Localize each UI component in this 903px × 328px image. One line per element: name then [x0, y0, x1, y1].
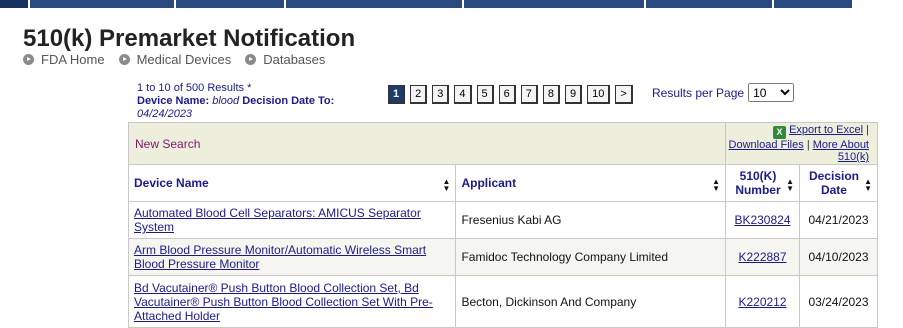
510k-number-cell: K222887 — [725, 238, 800, 276]
table-header-row: Device Name ▲ ▼ Applicant ▲ ▼ 510(K) Numbe… — [127, 164, 879, 202]
510k-number-cell: BK230824 — [725, 201, 800, 239]
decision-date-value: 04/24/2023 — [137, 108, 193, 120]
applicant-cell: Famidoc Technology Company Limited — [455, 238, 726, 276]
page-button-10[interactable]: 10 — [587, 85, 611, 104]
breadcrumb-item-fda-home[interactable]: FDA Home — [23, 52, 105, 67]
page-button-4[interactable]: 4 — [454, 85, 472, 104]
sort-icon[interactable]: ▲ ▼ — [864, 178, 872, 193]
applicant-cell: Fresenius Kabi AG — [455, 201, 726, 239]
decision-date-cell: 03/24/2023 — [798, 275, 879, 328]
results-table: New Search X Export to Excel | Download … — [127, 122, 879, 328]
510k-number-link[interactable]: K220212 — [738, 295, 786, 309]
breadcrumb-label: Databases — [263, 52, 326, 67]
device-name-label: Device Name: — [137, 95, 210, 107]
nav-tab[interactable] — [464, 0, 646, 8]
breadcrumb-item-databases[interactable]: Databases — [245, 52, 325, 67]
page-button-6[interactable]: 6 — [498, 85, 516, 104]
column-header-applicant[interactable]: Applicant ▲ ▼ — [455, 164, 726, 202]
device-name-link[interactable]: Automated Blood Cell Separators: AMICUS … — [134, 206, 421, 234]
chevron-right-icon — [245, 54, 257, 65]
device-name-link[interactable]: Arm Blood Pressure Monitor/Automatic Wir… — [134, 243, 426, 271]
results-per-page-label: Results per Page — [652, 85, 745, 100]
link-separator: | — [866, 124, 869, 136]
toolbar-row: New Search X Export to Excel | Download … — [128, 122, 878, 165]
results-per-page: Results per Page 10 — [652, 83, 795, 102]
chevron-right-icon — [118, 54, 130, 65]
column-header-label: Decision Date — [808, 169, 859, 197]
nav-tab[interactable] — [176, 0, 286, 8]
excel-icon[interactable]: X — [773, 126, 787, 139]
results-count: 1 to 10 of 500 Results * — [137, 82, 252, 94]
page-button-1[interactable]: 1 — [388, 85, 406, 104]
nav-tab[interactable] — [30, 0, 176, 8]
decision-date-label: Decision Date To: — [242, 95, 335, 107]
table-row: Bd Vacutainer® Push Button Blood Collect… — [127, 275, 879, 328]
column-header-label: 510(K) Number — [735, 169, 781, 197]
page-button-5[interactable]: 5 — [476, 85, 494, 104]
breadcrumb-item-medical-devices[interactable]: Medical Devices — [118, 52, 232, 67]
column-header-label: Device Name — [134, 176, 209, 190]
device-name-link[interactable]: Bd Vacutainer® Push Button Blood Collect… — [134, 281, 433, 323]
device-name-cell: Bd Vacutainer® Push Button Blood Collect… — [127, 275, 457, 328]
new-search-link[interactable]: New Search — [130, 137, 200, 151]
top-nav-strip — [0, 0, 903, 9]
nav-tab[interactable] — [0, 0, 30, 8]
link-separator: | — [806, 139, 810, 151]
page-button-2[interactable]: 2 — [410, 85, 428, 104]
applicant-cell: Becton, Dickinson And Company — [455, 275, 726, 328]
chevron-right-icon — [23, 54, 34, 65]
results-per-page-select[interactable]: 10 — [748, 83, 795, 102]
table-row: Arm Blood Pressure Monitor/Automatic Wir… — [127, 238, 879, 276]
decision-date-cell: 04/21/2023 — [798, 201, 879, 239]
export-excel-link[interactable]: Export to Excel — [789, 124, 863, 136]
decision-date-cell: 04/10/2023 — [798, 238, 879, 276]
page-button-8[interactable]: 8 — [542, 85, 560, 104]
download-files-link[interactable]: Download Files — [729, 139, 804, 151]
page-button-3[interactable]: 3 — [432, 85, 450, 104]
sort-icon[interactable]: ▲ ▼ — [443, 178, 451, 193]
more-about-510k-link[interactable]: More About 510(k) — [813, 139, 869, 163]
page-button-9[interactable]: 9 — [565, 85, 583, 104]
510k-number-link[interactable]: K222887 — [738, 250, 786, 264]
510k-number-cell: K220212 — [725, 275, 800, 328]
column-header-device-name[interactable]: Device Name ▲ ▼ — [127, 164, 457, 202]
column-header-decision-date[interactable]: Decision Date ▲ ▼ — [798, 164, 879, 202]
pagination: 1 2 3 4 5 6 7 8 9 10 > — [388, 85, 638, 104]
table-row: Automated Blood Cell Separators: AMICUS … — [127, 201, 879, 239]
device-name-value: blood — [212, 95, 240, 107]
column-header-label: Applicant — [461, 176, 517, 190]
column-header-510k-number[interactable]: 510(K) Number ▲ ▼ — [725, 164, 800, 202]
device-name-cell: Automated Blood Cell Separators: AMICUS … — [127, 201, 457, 239]
510k-number-link[interactable]: BK230824 — [734, 213, 790, 227]
device-name-cell: Arm Blood Pressure Monitor/Automatic Wir… — [127, 238, 457, 276]
page-title: 510(k) Premarket Notification — [23, 25, 356, 52]
toolbar-right: X Export to Excel | Download Files | Mor… — [725, 122, 878, 165]
toolbar-left: New Search — [128, 122, 726, 165]
sort-icon[interactable]: ▲ ▼ — [712, 178, 720, 193]
results-summary: 1 to 10 of 500 Results * Device Name: bl… — [137, 82, 377, 121]
nav-tab[interactable] — [646, 0, 774, 8]
next-page-button[interactable]: > — [615, 85, 633, 104]
sort-icon[interactable]: ▲ ▼ — [786, 178, 794, 193]
breadcrumb-label: FDA Home — [41, 52, 105, 67]
nav-tab[interactable] — [774, 0, 854, 8]
breadcrumb: FDA Home Medical Devices Databases — [23, 52, 339, 67]
page-button-7[interactable]: 7 — [520, 85, 538, 104]
nav-tab[interactable] — [286, 0, 464, 8]
breadcrumb-label: Medical Devices — [136, 52, 232, 67]
